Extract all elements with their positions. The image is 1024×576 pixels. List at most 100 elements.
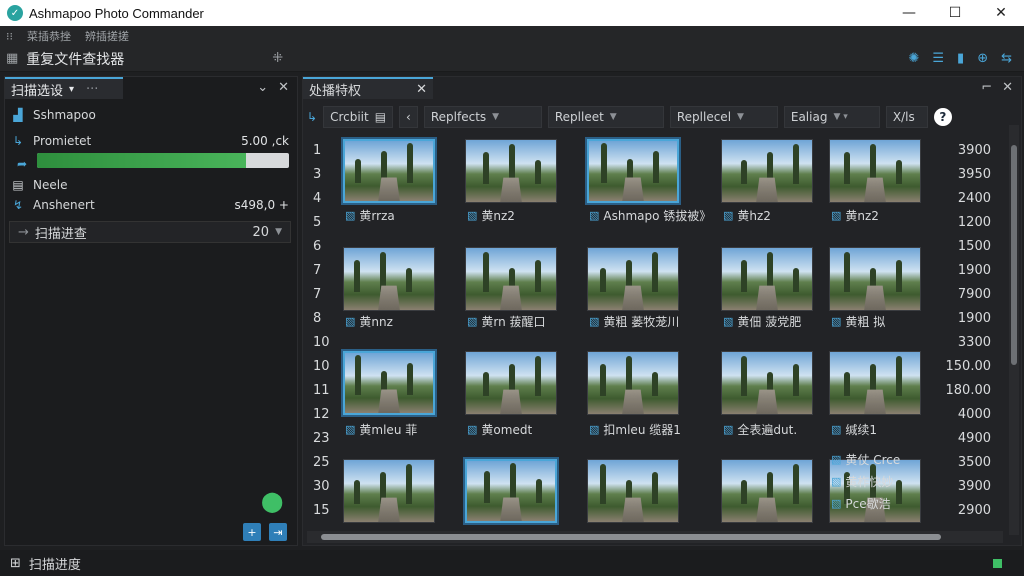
globe-icon[interactable]: ⊕ bbox=[977, 51, 988, 66]
close-icon[interactable]: ✕ bbox=[1002, 80, 1013, 95]
filter-icon[interactable]: ↳ bbox=[307, 110, 317, 124]
scroll-thumb[interactable] bbox=[321, 534, 941, 540]
menu-item[interactable]: 菜插恭挫 bbox=[27, 28, 71, 44]
tab-label: 处播特权 bbox=[309, 83, 362, 99]
tree-shape bbox=[870, 144, 876, 184]
caption-text: 黄mleu 菲 bbox=[359, 423, 418, 437]
row-number: 15 bbox=[313, 503, 330, 518]
tree-shape bbox=[626, 260, 632, 292]
file-size: 3950 bbox=[957, 167, 991, 182]
close-icon[interactable]: ✕ bbox=[278, 80, 289, 95]
close-button[interactable]: ✕ bbox=[978, 0, 1024, 26]
row-number: 7 bbox=[313, 287, 322, 302]
caption-text: 黄粗 蒌牧茏川 bbox=[603, 315, 680, 329]
image-icon: ▧ bbox=[831, 475, 842, 488]
image-icon: ▧ bbox=[589, 423, 600, 436]
photo-thumbnail[interactable] bbox=[721, 351, 813, 415]
thumbnail-caption: ▧ 黄仗 Crce bbox=[831, 453, 900, 467]
row-number: 1 bbox=[313, 143, 322, 158]
photo-thumbnail[interactable] bbox=[465, 351, 557, 415]
photo-thumbnail[interactable] bbox=[829, 351, 921, 415]
list-view-icon[interactable]: ☰ bbox=[932, 51, 944, 66]
photo-thumbnail[interactable] bbox=[587, 351, 679, 415]
settings-icon[interactable]: ✺ bbox=[908, 51, 919, 66]
photo-thumbnail[interactable] bbox=[587, 247, 679, 311]
chevron-down-icon: ▼ bbox=[275, 227, 282, 237]
photo-thumbnail[interactable] bbox=[343, 351, 435, 415]
horizontal-scrollbar[interactable] bbox=[307, 531, 1003, 543]
image-icon: ▧ bbox=[831, 315, 842, 328]
filter-dropdown[interactable]: Replfects ▼ bbox=[423, 106, 542, 128]
help-icon[interactable]: ? bbox=[933, 108, 952, 126]
source-row[interactable]: ▟ Sshmapoo bbox=[11, 105, 289, 125]
photo-thumbnail[interactable] bbox=[829, 247, 921, 311]
photo-thumbnail[interactable] bbox=[465, 247, 557, 311]
minimize-button[interactable]: — bbox=[886, 0, 932, 26]
filter-dropdown[interactable]: Replleet ▼ bbox=[547, 106, 664, 128]
tree-shape bbox=[652, 372, 658, 396]
tree-shape bbox=[844, 152, 850, 184]
photo-thumbnail[interactable] bbox=[465, 459, 557, 523]
photo-thumbnail[interactable] bbox=[721, 459, 813, 523]
filter-label: Replfects bbox=[430, 110, 487, 124]
photo-thumbnail[interactable] bbox=[587, 139, 679, 203]
image-icon: ▧ bbox=[831, 497, 842, 510]
thumbnail-caption: ▧ 黄粗 拟 bbox=[831, 315, 951, 329]
close-icon[interactable]: ✕ bbox=[416, 82, 427, 97]
row-number: 3 bbox=[313, 167, 322, 182]
toolbar: ▦ 重复文件查找器 ⁜ ✺ ☰ ▮ ⊕ ⇆ bbox=[0, 46, 1024, 72]
filter-dropdown[interactable]: Ealiag ▼ ▾ bbox=[783, 106, 880, 128]
row-number: 12 bbox=[313, 407, 330, 422]
tab-label: 扫描选设 bbox=[11, 83, 64, 99]
add-icon[interactable]: + bbox=[243, 523, 261, 541]
photo-thumbnail[interactable] bbox=[465, 139, 557, 203]
caption-text: 黄rn 菝醒口 bbox=[481, 315, 546, 329]
menu-item[interactable]: 辨插搓搓 bbox=[85, 28, 129, 44]
tree-shape bbox=[793, 268, 799, 292]
chevron-down-icon[interactable]: ▾ bbox=[69, 84, 74, 95]
pin-icon[interactable]: ⌐ bbox=[981, 80, 992, 95]
chevron-down-icon[interactable]: ⌄ bbox=[257, 80, 268, 95]
scroll-thumb[interactable] bbox=[1011, 145, 1017, 365]
file-size: 4900 bbox=[957, 431, 991, 446]
vertical-scrollbar[interactable] bbox=[1009, 125, 1019, 535]
tree-shape bbox=[355, 159, 361, 183]
photo-thumbnail[interactable] bbox=[829, 459, 921, 523]
scan-progress-dropdown[interactable]: → 扫描进查 20 ▼ bbox=[9, 221, 291, 243]
tree-shape bbox=[767, 252, 773, 292]
status-bar: ⊞ 扫描进度 bbox=[0, 550, 1024, 576]
photo-thumbnail[interactable] bbox=[343, 459, 435, 523]
thumbnail-caption: ▧ 扣mleu 缆器1 bbox=[589, 423, 709, 437]
status-indicator-icon bbox=[993, 559, 1002, 568]
thumbnail-caption: ▧ 黄rrza bbox=[345, 209, 465, 223]
book-icon[interactable]: ▮ bbox=[957, 51, 964, 66]
photo-thumbnail[interactable] bbox=[721, 139, 813, 203]
tab-scan-settings[interactable]: 扫描选设 ▾ ··· bbox=[5, 77, 123, 99]
photo-thumbnail[interactable] bbox=[587, 459, 679, 523]
thumbnail-caption: ▧ 黄omedt bbox=[467, 423, 587, 437]
photo-thumbnail[interactable] bbox=[343, 247, 435, 311]
pin-icon[interactable]: ⁜ bbox=[272, 51, 283, 66]
maximize-button[interactable]: ☐ bbox=[932, 0, 978, 26]
search-icon[interactable]: ⬤ bbox=[261, 489, 283, 513]
photo-thumbnail[interactable] bbox=[829, 139, 921, 203]
filter-bar: ↳ Crcbiit ▤ ‹ Replfects ▼ Replleet ▼ Repll… bbox=[303, 105, 1003, 129]
share-icon[interactable]: ⇆ bbox=[1001, 51, 1012, 66]
filter-dropdown[interactable]: Repllecel ▼ bbox=[669, 106, 778, 128]
dropdown-label: 扫描进查 bbox=[34, 226, 87, 242]
file-icon: ▤ bbox=[12, 178, 24, 192]
file-size: 1900 bbox=[957, 311, 991, 326]
filter-dropdown[interactable]: X/ls bbox=[885, 106, 928, 128]
row-label: Anshenert bbox=[33, 198, 95, 212]
filter-criteria[interactable]: Crcbiit ▤ bbox=[323, 106, 394, 128]
photo-thumbnail[interactable] bbox=[343, 139, 435, 203]
filter-extra[interactable]: ‹ bbox=[399, 106, 418, 128]
tab-results[interactable]: 处播特权 ✕ bbox=[303, 77, 433, 99]
photo-thumbnail[interactable] bbox=[721, 247, 813, 311]
tab-extra[interactable]: ··· bbox=[86, 82, 98, 97]
sync-row: ↯ Anshenert s498,0 + bbox=[11, 195, 289, 215]
file-size: 3900 bbox=[957, 479, 991, 494]
chevron-icon: ‹ bbox=[406, 110, 411, 124]
export-icon[interactable]: ⇥ bbox=[269, 523, 287, 541]
row-number: 25 bbox=[313, 455, 330, 470]
